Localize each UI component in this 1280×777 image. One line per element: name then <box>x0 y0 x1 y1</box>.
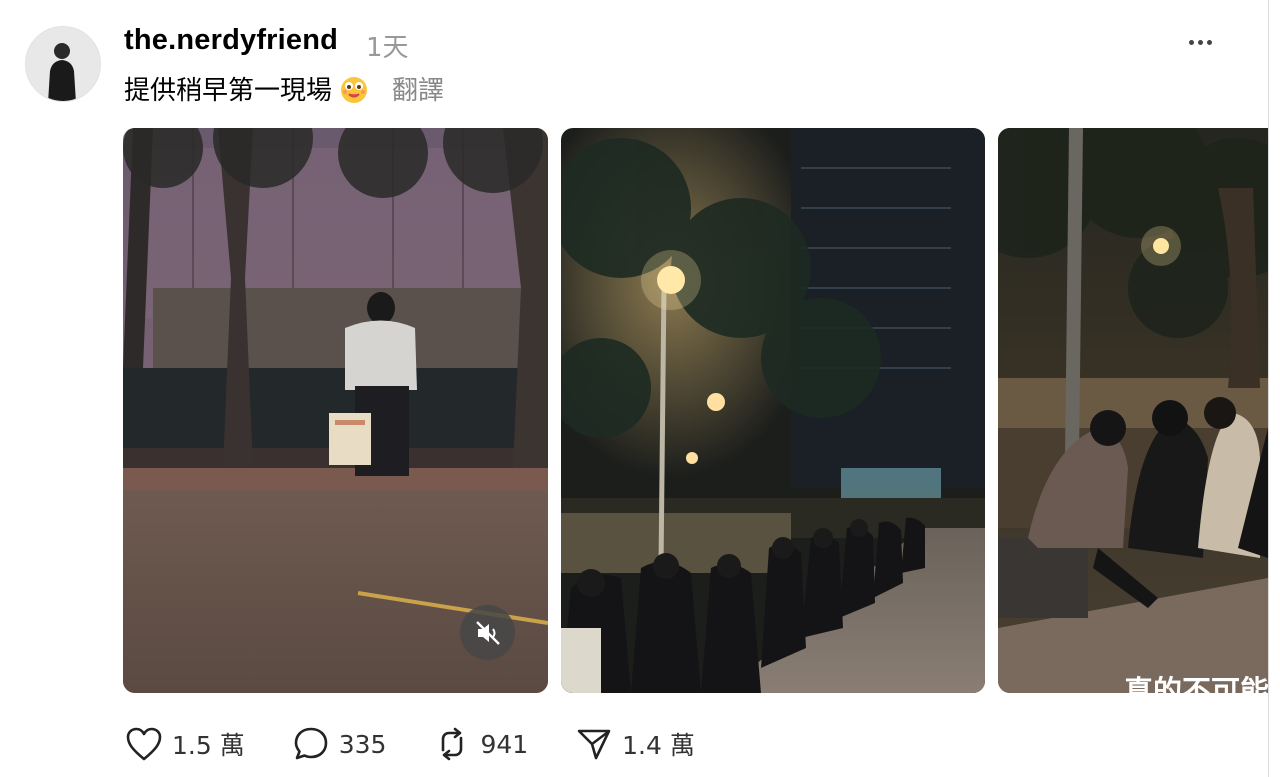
repost-count: 941 <box>480 729 529 759</box>
comment-bubble-icon <box>291 724 331 764</box>
heart-icon <box>124 724 164 764</box>
post-actions-bar: 1.5 萬 335 941 1.4 萬 <box>124 722 741 766</box>
scroll-edge <box>1268 0 1269 777</box>
more-options-icon <box>1188 39 1194 45</box>
send-paper-plane-icon <box>574 724 614 764</box>
more-options-button[interactable] <box>1180 28 1220 56</box>
repost-icon <box>432 724 472 764</box>
avatar[interactable] <box>25 26 101 102</box>
like-button[interactable]: 1.5 萬 <box>124 724 245 764</box>
share-count: 1.4 萬 <box>622 731 695 760</box>
caption-row: 提供稍早第一現場 翻譯 <box>124 70 444 107</box>
video-overlay-caption: 真的不可能 <box>1124 674 1268 708</box>
comment-count: 335 <box>338 729 387 759</box>
post-time[interactable]: 1天 <box>366 27 409 64</box>
media-image-2[interactable] <box>561 128 985 693</box>
media-image-3[interactable] <box>998 128 1268 693</box>
mute-toggle-button[interactable] <box>460 605 515 660</box>
smiling-face-emoji-icon <box>341 76 368 103</box>
like-count: 1.5 萬 <box>172 731 245 760</box>
translate-link[interactable]: 翻譯 <box>392 70 444 107</box>
comment-button[interactable]: 335 <box>291 724 387 764</box>
threads-post: the.nerdyfriend 1天 提供稍早第一現場 翻譯 真的不可能 1.5… <box>0 0 1280 777</box>
speaker-muted-icon <box>475 620 500 645</box>
post-caption: 提供稍早第一現場 <box>124 76 333 106</box>
share-button[interactable]: 1.4 萬 <box>574 724 695 764</box>
username[interactable]: the.nerdyfriend <box>124 24 338 57</box>
repost-button[interactable]: 941 <box>432 724 528 764</box>
